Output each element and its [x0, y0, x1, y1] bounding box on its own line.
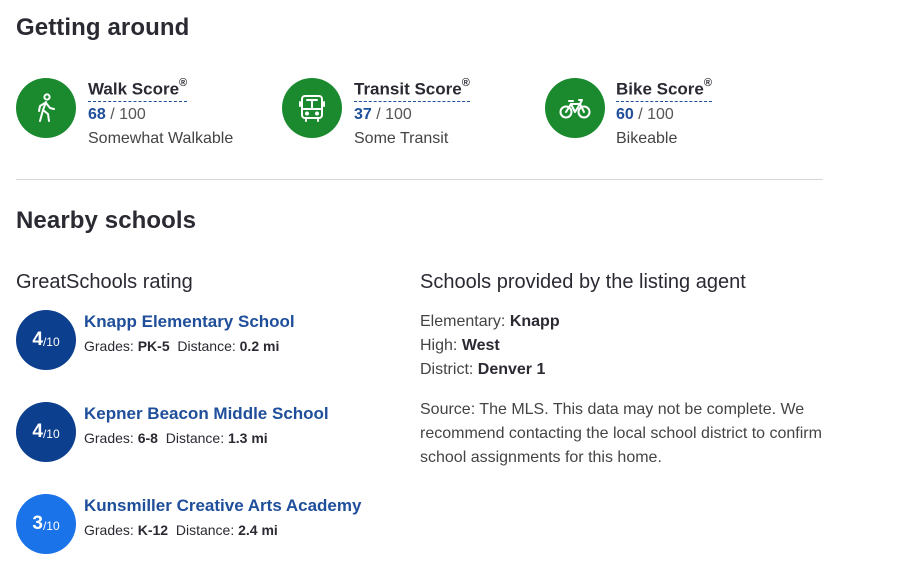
- school-item: Knapp Elementary School Grades: PK-5 Dis…: [84, 312, 295, 355]
- walk-score-desc: Somewhat Walkable: [88, 129, 234, 147]
- bike-score-value: 60: [616, 105, 634, 123]
- transit-score-desc: Some Transit: [354, 129, 449, 147]
- rating-badge: 3/10: [16, 494, 76, 554]
- greatschools-heading: GreatSchools rating: [16, 271, 193, 293]
- walk-score-link[interactable]: Walk Score®: [88, 75, 188, 102]
- getting-around-heading: Getting around: [16, 14, 190, 41]
- bike-icon: [545, 78, 605, 138]
- school-meta: Grades: K-12 Distance: 2.4 mi: [84, 522, 278, 538]
- bike-score-link[interactable]: Bike Score®: [616, 75, 712, 102]
- walk-icon: [16, 78, 76, 138]
- agent-district: District: Denver 1: [420, 361, 546, 378]
- rating-badge: 4/10: [16, 310, 76, 370]
- section-divider: [16, 179, 823, 180]
- agent-elementary: Elementary: Knapp: [420, 313, 560, 330]
- transit-score: Transit Score® 37 / 100 Some Transit: [354, 75, 470, 147]
- school-item: Kunsmiller Creative Arts Academy Grades:…: [84, 496, 361, 539]
- agent-high: High: West: [420, 337, 500, 354]
- rating-badge: 4/10: [16, 402, 76, 462]
- walk-score-value: 68: [88, 105, 106, 123]
- bike-score: Bike Score® 60 / 100 Bikeable: [616, 75, 712, 147]
- source-note: Source: The MLS. This data may not be co…: [420, 401, 822, 466]
- agent-schools-heading: Schools provided by the listing agent: [420, 271, 746, 293]
- bike-score-desc: Bikeable: [616, 129, 678, 147]
- transit-score-value: 37: [354, 105, 372, 123]
- walk-score: Walk Score® 68 / 100 Somewhat Walkable: [88, 75, 234, 147]
- transit-score-link[interactable]: Transit Score®: [354, 75, 470, 102]
- school-item: Kepner Beacon Middle School Grades: 6-8 …: [84, 404, 329, 447]
- agent-schools-list: Elementary: Knapp High: West District: D…: [420, 310, 560, 382]
- school-link[interactable]: Kunsmiller Creative Arts Academy: [84, 496, 361, 516]
- bus-icon: [282, 78, 342, 138]
- school-link[interactable]: Kepner Beacon Middle School: [84, 404, 329, 424]
- school-meta: Grades: PK-5 Distance: 0.2 mi: [84, 338, 280, 354]
- school-link[interactable]: Knapp Elementary School: [84, 312, 295, 332]
- nearby-schools-heading: Nearby schools: [16, 207, 197, 234]
- school-meta: Grades: 6-8 Distance: 1.3 mi: [84, 430, 268, 446]
